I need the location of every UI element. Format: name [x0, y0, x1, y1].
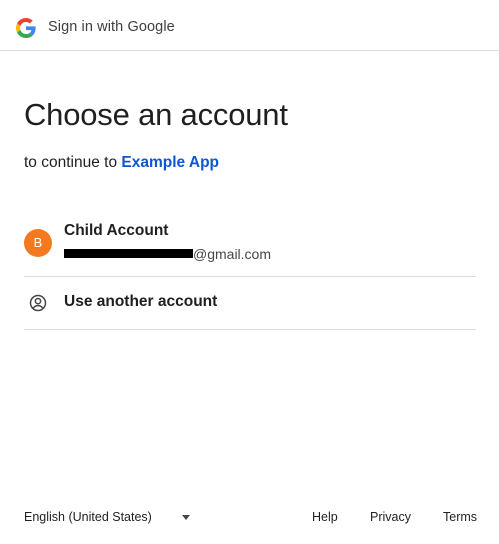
account-email: @gmail.com	[64, 246, 271, 262]
use-another-account-label: Use another account	[64, 293, 218, 310]
page-title: Choose an account	[24, 97, 288, 132]
account-name: Child Account	[64, 222, 169, 239]
footer: English (United States) Help Privacy Ter…	[0, 500, 499, 534]
header-bar: Sign in with Google	[0, 0, 499, 51]
terms-link[interactable]: Terms	[443, 510, 477, 524]
subtitle: to continue to Example App	[24, 154, 219, 172]
caret-down-icon[interactable]	[182, 515, 190, 520]
privacy-link[interactable]: Privacy	[370, 510, 411, 524]
account-item-child[interactable]: B Child Account @gmail.com	[24, 216, 476, 276]
subtitle-prefix: to continue to	[24, 154, 118, 171]
email-suffix: @gmail.com	[193, 246, 272, 262]
app-name-link[interactable]: Example App	[121, 154, 219, 171]
language-select[interactable]: English (United States)	[24, 510, 152, 524]
redacted-email-block	[64, 249, 193, 258]
avatar: B	[24, 229, 52, 257]
header-title: Sign in with Google	[48, 19, 175, 35]
account-circle-icon	[29, 294, 47, 312]
help-link[interactable]: Help	[312, 510, 338, 524]
use-another-account-button[interactable]: Use another account	[24, 277, 476, 329]
google-logo-icon	[16, 18, 36, 38]
divider	[24, 329, 476, 330]
